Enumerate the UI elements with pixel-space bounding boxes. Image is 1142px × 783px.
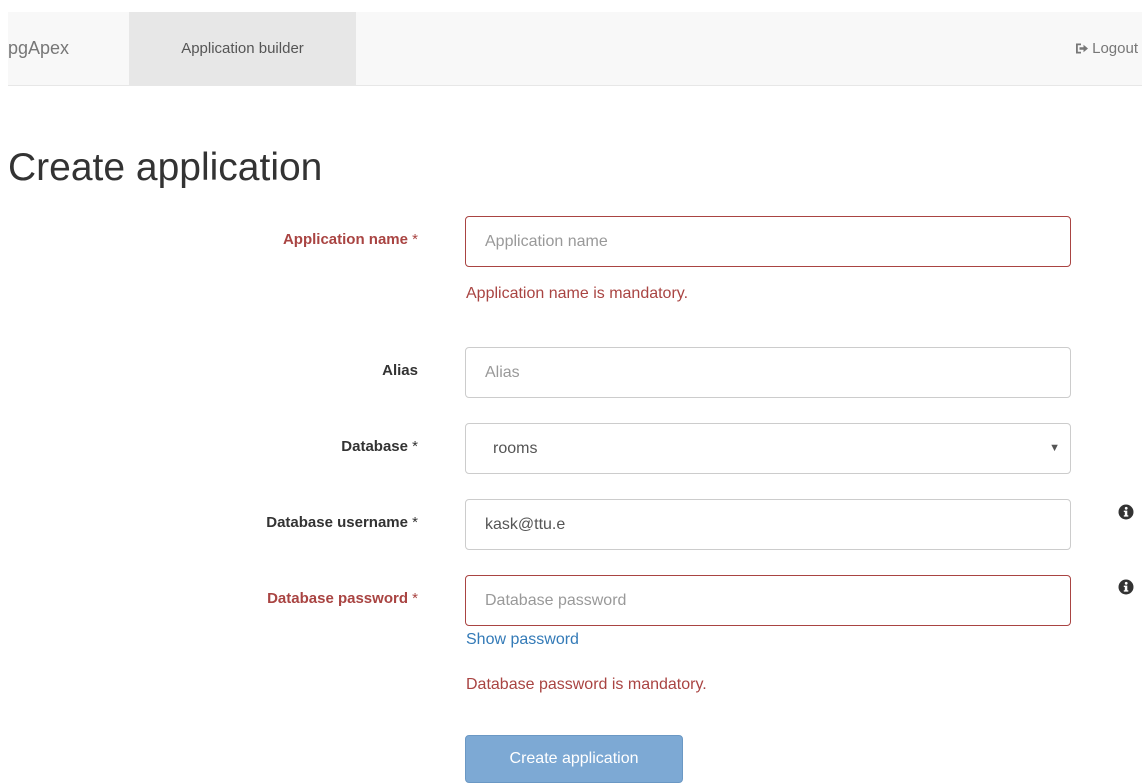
application-name-input[interactable] <box>465 216 1071 267</box>
database-select[interactable]: rooms ▼ <box>465 423 1071 474</box>
nav-item-application-builder[interactable]: Application builder <box>129 12 356 85</box>
caret-down-icon: ▼ <box>1049 442 1060 454</box>
logout-link[interactable]: Logout <box>1075 12 1138 85</box>
logout-label: Logout <box>1092 40 1138 57</box>
application-name-label: Application name * <box>282 231 418 248</box>
database-username-label: Database username * <box>266 514 418 531</box>
alias-label: Alias <box>382 362 418 379</box>
page-title: Create application <box>8 146 323 189</box>
required-marker: * <box>412 514 418 531</box>
database-password-label: Database password * <box>267 590 418 607</box>
brand[interactable]: pgApex <box>8 12 128 85</box>
required-marker: * <box>412 231 418 248</box>
required-marker: * <box>412 438 418 455</box>
sign-out-icon <box>1075 42 1089 55</box>
create-application-button[interactable]: Create application <box>465 735 683 783</box>
application-name-error: Application name is mandatory. <box>466 285 689 302</box>
navbar: pgApex Application builder Logout <box>8 12 1142 86</box>
database-username-input[interactable] <box>465 499 1071 550</box>
required-marker: * <box>412 590 418 607</box>
nav-item-label: Application builder <box>181 40 304 57</box>
database-password-input[interactable] <box>465 575 1071 626</box>
database-select-value: rooms <box>493 440 538 457</box>
database-password-error: Database password is mandatory. <box>466 676 707 693</box>
database-label: Database * <box>341 438 418 455</box>
info-circle-icon[interactable] <box>1118 579 1134 595</box>
alias-input[interactable] <box>465 347 1071 398</box>
info-circle-icon[interactable] <box>1118 504 1134 520</box>
show-password-link[interactable]: Show password <box>466 631 579 649</box>
